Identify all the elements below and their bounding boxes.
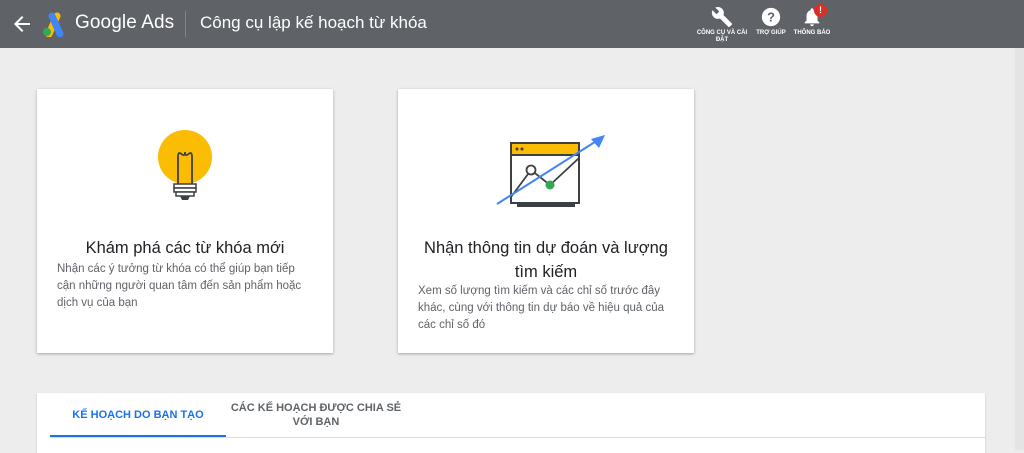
tools-settings-button[interactable]: CÔNG CỤ VÀ CÀI ĐẶT [695,6,749,46]
notification-badge: ! [814,4,827,17]
back-arrow-icon[interactable] [10,12,34,36]
card-description: Nhận các ý tưởng từ khóa có thể giúp bạn… [57,263,302,309]
lightbulb-icon [37,127,333,211]
top-app-bar: Google Ads Công cụ lập kế hoạch từ khóa … [0,0,1024,48]
help-icon: ? [761,7,781,27]
tabs-divider [50,437,985,438]
forecast-chart-icon [398,127,694,211]
scrollbar[interactable] [1015,48,1024,450]
card-title: Khám phá các từ khóa mới [85,239,285,257]
tab-plans-you-created[interactable]: KẾ HOẠCH DO BẠN TẠO [50,393,226,437]
forecast-search-volume-card[interactable]: Nhận thông tin dự đoán và lượng tìm kiếm… [398,89,694,353]
notifications-label: THÔNG BÁO [793,30,831,36]
google-ads-logo-icon[interactable] [40,11,68,38]
plans-tabs-panel: KẾ HOẠCH DO BẠN TẠO CÁC KẾ HOẠCH ĐƯỢC CH… [37,393,985,453]
brand-name[interactable]: Google Ads [75,12,174,34]
card-description: Xem số lượng tìm kiếm và các chỉ số trướ… [418,285,665,331]
tools-settings-label: CÔNG CỤ VÀ CÀI ĐẶT [696,30,748,43]
card-title: Nhận thông tin dự đoán và lượng tìm kiếm [424,239,668,281]
notifications-button[interactable]: ! THÔNG BÁO [785,4,839,46]
svg-text:?: ? [767,10,775,25]
header-divider [185,11,186,37]
wrench-icon [711,7,733,28]
discover-keywords-card[interactable]: Khám phá các từ khóa mới Nhận các ý tưởn… [37,89,333,353]
page-title: Công cụ lập kế hoạch từ khóa [200,13,427,32]
tab-plans-shared-with-you[interactable]: CÁC KẾ HOẠCH ĐƯỢC CHIA SẺ VỚI BẠN [226,393,406,437]
